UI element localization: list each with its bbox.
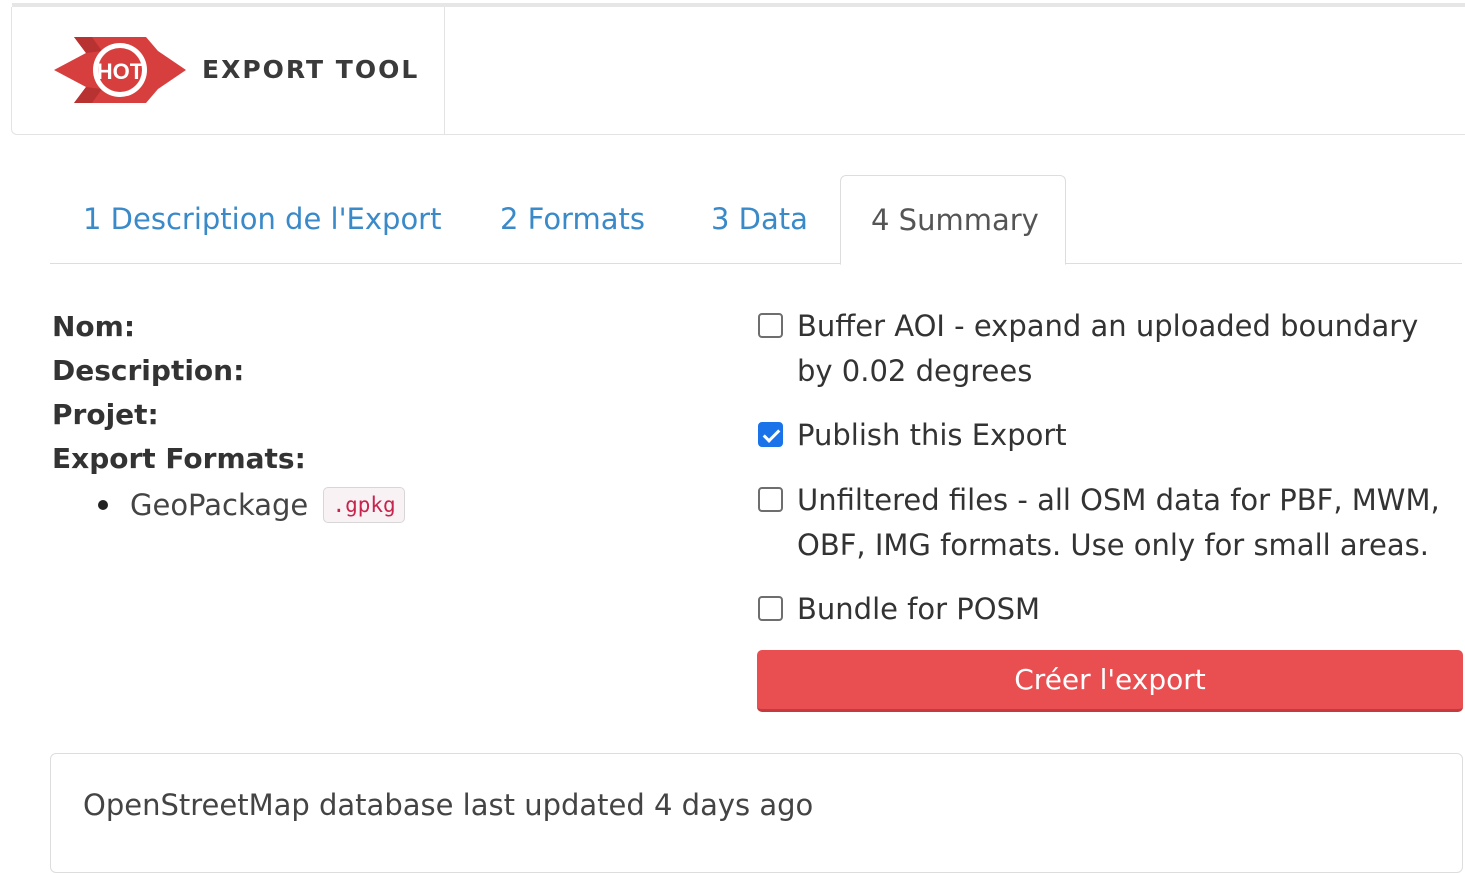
posm-option[interactable]: Bundle for POSM (757, 587, 1462, 632)
project-label: Projet: (52, 398, 159, 431)
hot-logo: HOT (54, 37, 186, 103)
tab-formats[interactable]: 2 Formats (500, 175, 645, 264)
format-name: GeoPackage (130, 488, 309, 522)
publish-label: Publish this Export (797, 418, 1067, 452)
publish-checkbox[interactable] (758, 422, 783, 447)
export-options: Buffer AOI - expand an uploaded boundary… (757, 304, 1462, 632)
formats-list: GeoPackage .gpkg (52, 481, 405, 529)
posm-checkbox[interactable] (758, 596, 783, 621)
tab-data[interactable]: 3 Data (711, 175, 808, 264)
export-summary: Nom: Description: Projet: Export Formats… (52, 305, 405, 529)
publish-option[interactable]: Publish this Export (757, 413, 1462, 458)
unfiltered-checkbox[interactable] (758, 487, 783, 512)
buffer-aoi-option[interactable]: Buffer AOI - expand an uploaded boundary… (757, 304, 1462, 394)
description-label: Description: (52, 354, 245, 387)
unfiltered-label-line1: Unfiltered files - all OSM data for PBF,… (797, 483, 1440, 517)
bullet-icon (98, 500, 108, 510)
tab-description[interactable]: 1 Description de l'Export (83, 175, 441, 264)
buffer-aoi-checkbox[interactable] (758, 313, 783, 338)
name-label: Nom: (52, 310, 136, 343)
status-panel: OpenStreetMap database last updated 4 da… (50, 753, 1463, 873)
unfiltered-label-line2: OBF, IMG formats. Use only for small are… (797, 528, 1429, 562)
buffer-aoi-label-line2: by 0.02 degrees (797, 354, 1033, 388)
formats-label: Export Formats: (52, 442, 306, 475)
app-header: HOT EXPORT TOOL (11, 7, 1465, 135)
tab-summary[interactable]: 4 Summary (840, 175, 1066, 265)
wizard-tabs: 1 Description de l'Export 2 Formats 3 Da… (50, 175, 1462, 265)
database-status: OpenStreetMap database last updated 4 da… (83, 788, 814, 822)
create-export-button[interactable]: Créer l'export (757, 650, 1463, 712)
unfiltered-option[interactable]: Unfiltered files - all OSM data for PBF,… (757, 478, 1462, 568)
posm-label: Bundle for POSM (797, 592, 1041, 626)
brand-name: EXPORT TOOL (202, 55, 420, 84)
logo-text: HOT (97, 59, 144, 84)
list-item: GeoPackage .gpkg (52, 481, 405, 529)
brand[interactable]: HOT EXPORT TOOL (12, 7, 445, 134)
format-extension: .gpkg (323, 487, 405, 523)
buffer-aoi-label-line1: Buffer AOI - expand an uploaded boundary (797, 309, 1419, 343)
